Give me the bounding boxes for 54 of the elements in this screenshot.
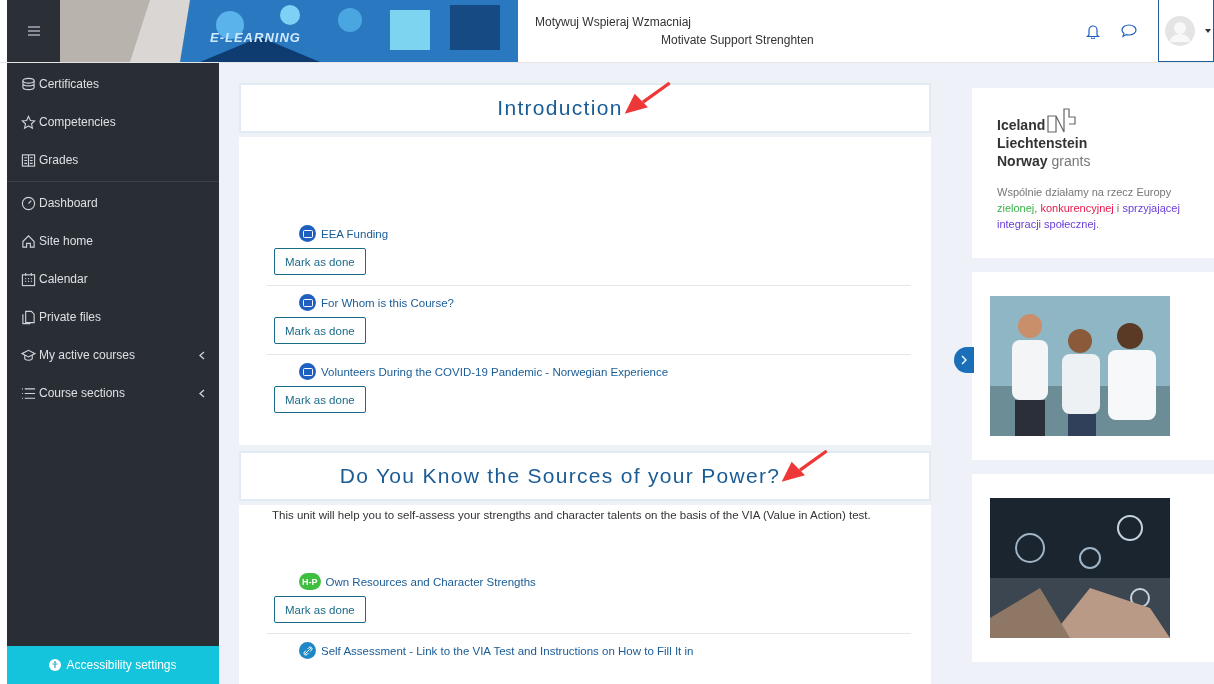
user-menu-button[interactable] xyxy=(1158,0,1214,62)
section-title: Do You Know the Sources of your Power? xyxy=(339,464,781,488)
nav-item[interactable]: Site home xyxy=(7,222,219,260)
nav-item[interactable]: Certificates xyxy=(7,65,219,103)
menu-button[interactable] xyxy=(7,0,60,62)
files-icon xyxy=(21,309,36,325)
chat-bubble-icon[interactable] xyxy=(1120,23,1138,39)
mark-as-done-button[interactable]: Mark as done xyxy=(274,248,366,275)
book-icon xyxy=(21,152,36,168)
page-icon xyxy=(299,363,316,380)
mark-as-done-button[interactable]: Mark as done xyxy=(274,596,366,623)
calendar-icon xyxy=(21,271,36,287)
menu-icon xyxy=(27,26,40,36)
site-subtitle: Motivate Support Strenghten xyxy=(660,33,815,47)
nav-item[interactable]: Grades xyxy=(7,141,219,179)
notification-bell-icon[interactable] xyxy=(1086,23,1100,39)
caret-icon xyxy=(1205,28,1211,33)
tagline-text: Wspólnie działamy na rzecz Europy zielonej, konkurencyjnej i sprzyjającej integracji społecznej. xyxy=(997,185,1181,232)
mark-as-done-button[interactable]: Mark as done xyxy=(274,317,366,344)
graduation-cap-icon xyxy=(21,347,36,363)
nav-item[interactable]: My active courses xyxy=(7,336,219,374)
nav-item[interactable]: Dashboard xyxy=(7,184,219,222)
site-title: Motywuj Wspieraj Wzmacniaj xyxy=(535,15,693,29)
nav-item[interactable]: Competencies xyxy=(7,103,219,141)
nav-item[interactable]: Private files xyxy=(7,298,219,336)
annotation-arrow xyxy=(622,79,673,117)
grants-logo-icon xyxy=(1047,108,1078,134)
activity-link[interactable]: Volunteers During the COVID-19 Pandemic - Norwegian Experience xyxy=(321,365,669,378)
banner-caption: E-LEARNING xyxy=(210,30,301,45)
nav-item[interactable]: Calendar xyxy=(7,260,219,298)
mark-as-done-button[interactable]: Mark as done xyxy=(274,386,366,413)
database-icon xyxy=(21,76,36,92)
link-icon xyxy=(299,642,316,659)
activity-link[interactable]: Own Resources and Character Strengths xyxy=(325,575,536,588)
activity-link[interactable]: For Whom is this Course? xyxy=(321,296,454,309)
gauge-icon xyxy=(21,195,36,211)
avatar-icon xyxy=(1165,15,1195,46)
activity-link[interactable]: Self Assessment - Link to the VIA Test and Instructions on How to Fill It in xyxy=(321,644,694,657)
grants-logo: Iceland Liechtenstein Norway grants xyxy=(997,108,1091,170)
home-icon xyxy=(21,233,36,249)
page-icon xyxy=(299,225,316,242)
section-description: This unit will help you to self-assess your strengths and character talents on the basis of the VIA (Value in Action) test. xyxy=(272,508,872,523)
page-icon xyxy=(299,294,316,311)
chevron-right-icon xyxy=(961,355,967,365)
activity-link[interactable]: EEA Funding xyxy=(321,227,389,240)
list-icon xyxy=(21,385,36,401)
drawer-toggle-button[interactable] xyxy=(954,347,974,373)
accessibility-icon xyxy=(49,659,62,671)
collapse-chevron-icon xyxy=(199,388,205,398)
star-icon xyxy=(21,114,36,130)
nav-item[interactable]: Course sections xyxy=(7,374,219,412)
h5p-badge: H-P xyxy=(299,573,321,590)
collapse-chevron-icon xyxy=(199,350,205,360)
section-title: Introduction xyxy=(497,96,623,120)
